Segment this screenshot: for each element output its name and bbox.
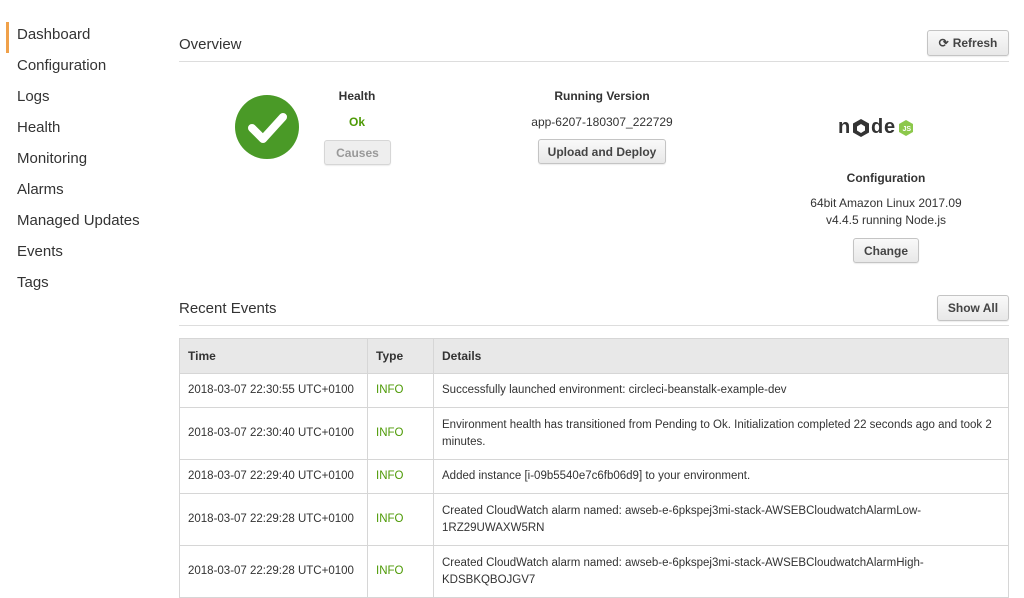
- event-time: 2018-03-07 22:29:40 UTC+0100: [179, 459, 368, 494]
- refresh-icon: ⟳: [938, 36, 949, 50]
- event-time: 2018-03-07 22:29:28 UTC+0100: [179, 545, 368, 598]
- sidebar-item-configuration[interactable]: Configuration: [6, 53, 160, 84]
- show-all-label: Show All: [947, 301, 999, 315]
- event-type: INFO: [367, 493, 434, 546]
- sidebar-item-dashboard[interactable]: Dashboard: [6, 22, 160, 53]
- sidebar-item-managed-updates[interactable]: Managed Updates: [6, 208, 160, 239]
- event-details: Created CloudWatch alarm named: awseb-e-…: [433, 545, 1009, 598]
- causes-button[interactable]: Causes: [324, 140, 391, 165]
- upload-and-deploy-button[interactable]: Upload and Deploy: [538, 139, 666, 164]
- sidebar-item-alarms[interactable]: Alarms: [6, 177, 160, 208]
- event-details: Successfully launched environment: circl…: [433, 373, 1009, 408]
- health-status: Ok: [348, 115, 365, 129]
- table-row: 2018-03-07 22:29:28 UTC+0100 INFO Create…: [179, 545, 1009, 598]
- column-header-details[interactable]: Details: [433, 338, 1009, 374]
- event-type: INFO: [367, 459, 434, 494]
- overview-title: Overview: [179, 36, 242, 53]
- causes-label: Causes: [336, 145, 379, 160]
- sidebar-nav: Dashboard Configuration Logs Health Moni…: [0, 22, 160, 301]
- refresh-label: Refresh: [952, 36, 998, 50]
- change-button[interactable]: Change: [853, 238, 919, 263]
- column-header-time[interactable]: Time: [179, 338, 368, 374]
- event-type: INFO: [367, 373, 434, 408]
- event-type: INFO: [367, 407, 434, 460]
- svg-text:JS: JS: [903, 126, 912, 133]
- svg-text:d: d: [871, 116, 883, 138]
- svg-text:n: n: [838, 116, 851, 138]
- svg-text:e: e: [884, 116, 895, 138]
- configuration-line1: 64bit Amazon Linux 2017.09: [810, 196, 962, 210]
- refresh-button[interactable]: ⟳ Refresh: [927, 30, 1009, 56]
- event-time: 2018-03-07 22:30:40 UTC+0100: [179, 407, 368, 460]
- check-circle-icon: [235, 95, 299, 159]
- event-time: 2018-03-07 22:29:28 UTC+0100: [179, 493, 368, 546]
- show-all-button[interactable]: Show All: [937, 295, 1009, 321]
- running-version-label: Running Version: [554, 89, 650, 103]
- column-header-type[interactable]: Type: [367, 338, 434, 374]
- table-row: 2018-03-07 22:30:40 UTC+0100 INFO Enviro…: [179, 407, 1009, 460]
- table-row: 2018-03-07 22:29:40 UTC+0100 INFO Added …: [179, 459, 1009, 494]
- overview-divider: [179, 61, 1009, 62]
- sidebar-item-monitoring[interactable]: Monitoring: [6, 146, 160, 177]
- sidebar-item-logs[interactable]: Logs: [6, 84, 160, 115]
- running-version-value: app-6207-180307_222729: [531, 115, 673, 129]
- configuration-label: Configuration: [846, 171, 926, 185]
- configuration-line2: v4.4.5 running Node.js: [825, 213, 947, 227]
- event-details: Environment health has transitioned from…: [433, 407, 1009, 460]
- health-label: Health: [338, 89, 376, 103]
- upload-and-deploy-label: Upload and Deploy: [547, 144, 657, 159]
- sidebar-item-health[interactable]: Health: [6, 115, 160, 146]
- table-header-row: Time Type Details: [179, 338, 1009, 374]
- sidebar-item-events[interactable]: Events: [6, 239, 160, 270]
- events-table: Time Type Details 2018-03-07 22:30:55 UT…: [179, 338, 1009, 598]
- table-row: 2018-03-07 22:30:55 UTC+0100 INFO Succes…: [179, 373, 1009, 408]
- event-type: INFO: [367, 545, 434, 598]
- change-label: Change: [863, 243, 908, 258]
- table-row: 2018-03-07 22:29:28 UTC+0100 INFO Create…: [179, 493, 1009, 546]
- recent-events-divider: [179, 325, 1009, 326]
- nodejs-logo: n d e JS: [836, 114, 916, 138]
- event-details: Added instance [i-09b5540e7c6fb06d9] to …: [433, 459, 1009, 494]
- sidebar-item-tags[interactable]: Tags: [6, 270, 160, 301]
- event-details: Created CloudWatch alarm named: awseb-e-…: [433, 493, 1009, 546]
- event-time: 2018-03-07 22:30:55 UTC+0100: [179, 373, 368, 408]
- recent-events-title: Recent Events: [179, 300, 277, 317]
